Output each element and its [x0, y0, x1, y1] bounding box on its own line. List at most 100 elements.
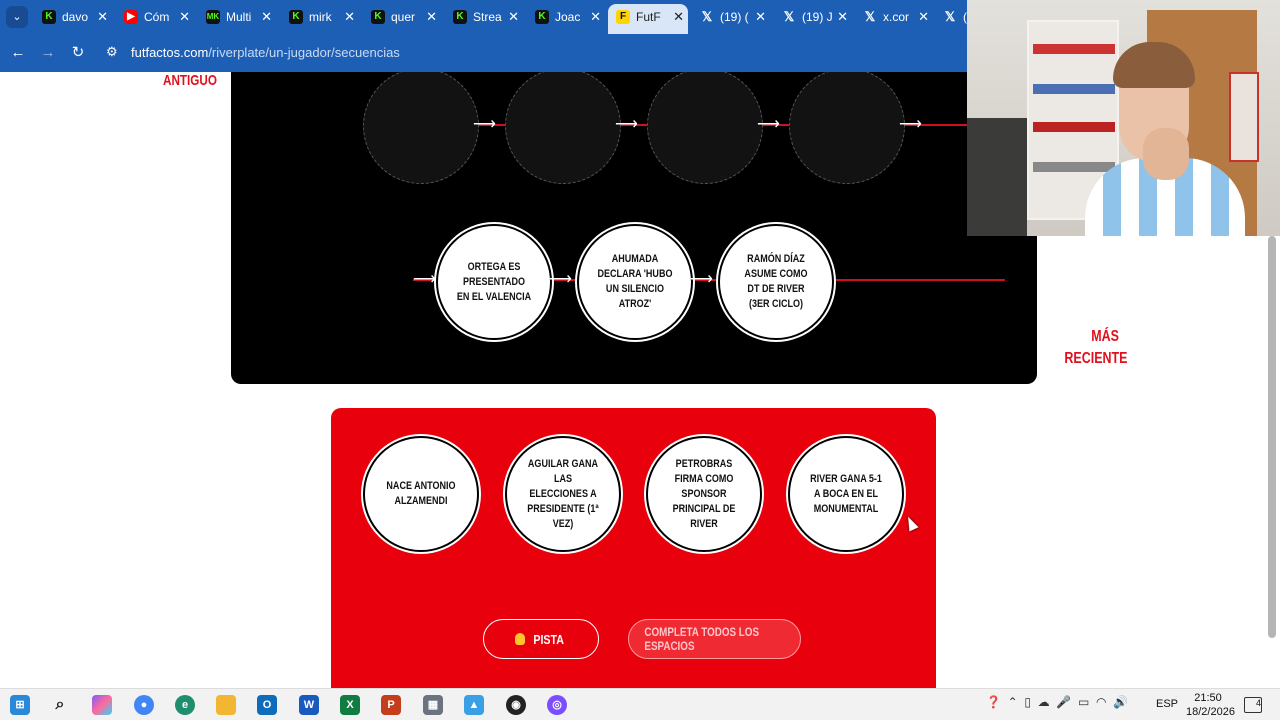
placed-event-card[interactable]: ORTEGA ES PRESENTADO EN EL VALENCIA [436, 224, 552, 340]
hint-button[interactable]: PISTA [483, 619, 599, 659]
tab-3[interactable]: MK Multi ✕ [198, 4, 276, 30]
x-icon: 𝕏 [864, 9, 876, 24]
word-icon[interactable]: W [299, 695, 319, 715]
excel-icon[interactable]: X [340, 695, 360, 715]
calculator-icon[interactable]: ▦ [423, 695, 443, 715]
event-text: NACE ANTONIO ALZAMENDI [386, 480, 456, 507]
empty-slot[interactable] [647, 72, 763, 184]
arrow-right-icon: ⟶ [615, 116, 638, 133]
close-tab-icon[interactable]: ✕ [426, 4, 437, 30]
help-icon[interactable]: ❓ [986, 695, 1001, 709]
tab-title: x.cor [883, 10, 910, 24]
tab-2[interactable]: ▶ Cóm ✕ [116, 4, 194, 30]
tab-9[interactable]: 𝕏 (19) ( ✕ [692, 4, 770, 30]
copilot-icon[interactable] [92, 695, 112, 715]
empty-slot[interactable] [789, 72, 905, 184]
close-tab-icon[interactable]: ✕ [508, 4, 519, 30]
empty-slot[interactable] [363, 72, 479, 184]
chevron-up-icon[interactable]: ⌃ [1008, 695, 1018, 709]
placed-event-card[interactable]: RAMÓN DÍAZ ASUME COMO DT DE RIVER (3ER C… [718, 224, 834, 340]
tab-title: Cóm [144, 10, 170, 24]
arrow-right-icon: ⟶ [757, 116, 780, 133]
clock-date: 18/2/2026 [1186, 706, 1235, 718]
close-tab-icon[interactable]: ✕ [837, 4, 848, 30]
tab-10[interactable]: 𝕏 (19) J ✕ [774, 4, 852, 30]
close-tab-icon[interactable]: ✕ [918, 4, 929, 30]
site-info-icon[interactable]: ⚙ [106, 44, 118, 60]
screen: ⌄ K davo ✕ ▶ Cóm ✕ MK Multi ✕ K mirk ✕ K… [0, 0, 1280, 720]
tab-6[interactable]: K Strea ✕ [445, 4, 523, 30]
empty-slot[interactable] [505, 72, 621, 184]
url-host: futfactos.com [131, 45, 209, 60]
close-tab-icon[interactable]: ✕ [97, 4, 108, 30]
arrow-right-icon: ⟶ [413, 271, 436, 288]
tab-title: Strea [473, 10, 502, 24]
event-text: PETROBRAS FIRMA COMO SPONSOR PRINCIPAL D… [672, 457, 736, 530]
close-tab-icon[interactable]: ✕ [673, 4, 684, 30]
clock[interactable]: 21:50 18/2/2026 [1186, 691, 1235, 719]
tab-7[interactable]: K Joac ✕ [527, 4, 605, 30]
forward-icon[interactable]: → [38, 43, 58, 63]
onedrive-icon[interactable]: ☁ [1038, 695, 1050, 709]
arrow-right-icon: ⟶ [690, 271, 713, 288]
tab-title: Multi [226, 10, 252, 24]
youtube-icon: ▶ [124, 10, 138, 24]
kick-icon: K [42, 10, 56, 24]
close-tab-icon[interactable]: ✕ [755, 4, 766, 30]
close-tab-icon[interactable]: ✕ [179, 4, 190, 30]
powerpoint-icon[interactable]: P [381, 695, 401, 715]
file-explorer-icon[interactable] [216, 695, 236, 715]
tab-5[interactable]: K quer ✕ [363, 4, 441, 30]
webcam-overlay [967, 0, 1280, 236]
tab-11[interactable]: 𝕏 x.cor ✕ [855, 4, 933, 30]
notification-icon[interactable]: 4 [1244, 697, 1262, 713]
tab-4[interactable]: K mirk ✕ [281, 4, 359, 30]
webcam-background-wall [967, 118, 1027, 236]
chrome-icon[interactable]: ● [134, 695, 154, 715]
draggable-event-card[interactable]: RIVER GANA 5-1 A BOCA EN EL MONUMENTAL [788, 436, 904, 552]
tab-title: davo [62, 10, 89, 24]
draggable-event-card[interactable]: NACE ANTONIO ALZAMENDI [363, 436, 479, 552]
language-indicator[interactable]: ESP [1156, 698, 1178, 710]
discord-icon[interactable]: ◎ [547, 695, 567, 715]
wifi-icon[interactable]: ◠ [1096, 695, 1106, 709]
search-icon[interactable]: ⌕ [50, 695, 70, 715]
outlook-icon[interactable]: O [257, 695, 277, 715]
shelf-row [1033, 44, 1115, 54]
photos-icon[interactable]: ▲ [464, 695, 484, 715]
reload-icon[interactable]: ↻ [68, 43, 88, 63]
placed-event-card[interactable]: AHUMADA DECLARA 'HUBO UN SILENCIO ATROZ' [577, 224, 693, 340]
tab-title: quer [391, 10, 416, 24]
tab-8-active[interactable]: F FutF ✕ [608, 4, 688, 34]
futfactos-icon: F [616, 10, 630, 24]
page-scrollbar[interactable] [1268, 236, 1276, 638]
microphone-icon[interactable]: 🎤 [1056, 695, 1071, 709]
lightbulb-icon [514, 633, 525, 645]
battery-icon[interactable]: ▭ [1078, 695, 1089, 709]
volume-icon[interactable]: 🔊 [1113, 695, 1128, 709]
edge-icon[interactable]: e [175, 695, 195, 715]
kick-icon: K [535, 10, 549, 24]
phone-link-icon[interactable]: ▯ [1024, 695, 1031, 709]
hint-button-label: PISTA [533, 631, 564, 647]
close-tab-icon[interactable]: ✕ [590, 4, 601, 30]
event-text: AGUILAR GANA LAS ELECCIONES A PRESIDENTE… [527, 457, 599, 530]
windows-start-icon[interactable]: ⊞ [10, 695, 30, 715]
url-text[interactable]: futfactos.com/riverplate/un-jugador/secu… [131, 45, 400, 60]
kick-icon: K [289, 10, 303, 24]
close-tab-icon[interactable]: ✕ [344, 4, 355, 30]
address-bar[interactable]: ⚙ futfactos.com/riverplate/un-jugador/se… [100, 39, 960, 67]
label-newest-line-1: MÁS [1091, 328, 1119, 345]
obs-icon[interactable]: ◉ [506, 695, 526, 715]
back-icon[interactable]: ← [8, 43, 28, 63]
draggable-event-card[interactable]: AGUILAR GANA LAS ELECCIONES A PRESIDENTE… [505, 436, 621, 552]
draggable-event-card[interactable]: PETROBRAS FIRMA COMO SPONSOR PRINCIPAL D… [646, 436, 762, 552]
complete-button[interactable]: COMPLETA TODOS LOS ESPACIOS [628, 619, 801, 659]
tab-title: (19) J [802, 10, 832, 24]
label-oldest: ANTIGUO [163, 72, 217, 89]
close-tab-icon[interactable]: ✕ [261, 4, 272, 30]
tab-search-icon[interactable]: ⌄ [6, 6, 28, 28]
system-tray: ❓ ⌃ ▯ ☁ 🎤 ▭ ◠ 🔊 [986, 695, 1128, 709]
tab-12[interactable]: 𝕏 ( [935, 4, 967, 30]
tab-1[interactable]: K davo ✕ [34, 4, 112, 30]
